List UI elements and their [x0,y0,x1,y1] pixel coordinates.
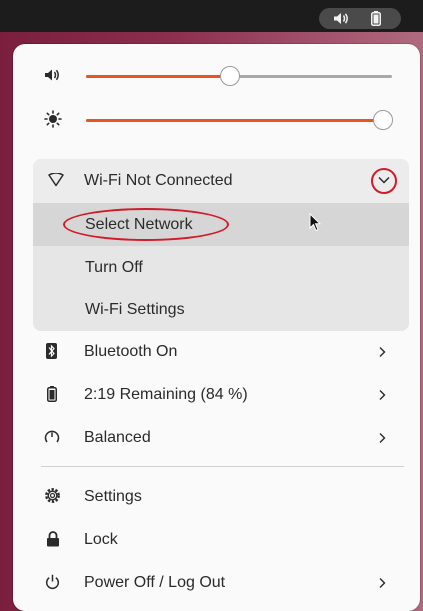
settings-label: Settings [84,488,142,505]
wifi-icon [48,172,64,192]
battery-row[interactable]: 2:19 Remaining (84 %) [13,373,420,416]
wifi-turn-off-item[interactable]: Turn Off [33,246,409,289]
lock-label: Lock [84,531,118,548]
gear-icon [44,487,61,509]
wifi-settings-item[interactable]: Wi-Fi Settings [33,288,409,331]
volume-slider-row [13,61,420,91]
battery-icon [371,11,381,31]
wifi-section: Wi-Fi Not Connected Select Network Turn … [33,159,409,331]
volume-slider[interactable] [86,66,392,86]
chevron-right-icon [378,388,386,406]
volume-slider-fill [86,75,230,78]
brightness-slider-row [13,105,420,135]
power-profile-label: Balanced [84,429,151,446]
chevron-down-icon [378,176,390,184]
brightness-icon [44,110,62,133]
system-status-indicator[interactable] [319,8,401,29]
bluetooth-icon [46,343,57,364]
power-profile-row[interactable]: Balanced [13,416,420,459]
battery-label: 2:19 Remaining (84 %) [84,386,248,403]
volume-slider-knob[interactable] [220,66,240,86]
settings-row[interactable]: Settings [13,475,420,518]
chevron-right-icon [378,431,386,449]
brightness-slider-knob[interactable] [373,110,393,130]
select-network-label: Select Network [85,216,193,233]
power-icon [45,574,60,595]
volume-icon [44,68,60,87]
wifi-toggle-row[interactable]: Wi-Fi Not Connected [33,159,409,203]
chevron-right-icon [378,345,386,363]
wifi-expand-button[interactable] [371,168,397,194]
power-profile-icon [44,429,60,450]
wifi-status-label: Wi-Fi Not Connected [84,172,233,189]
lock-icon [46,531,60,552]
lock-row[interactable]: Lock [13,518,420,561]
chevron-right-icon [378,576,386,594]
bluetooth-row[interactable]: Bluetooth On [13,330,420,373]
bluetooth-label: Bluetooth On [84,343,178,360]
quick-settings-menu: Wi-Fi Not Connected Select Network Turn … [13,44,420,611]
brightness-slider[interactable] [86,110,393,130]
brightness-slider-fill [86,119,383,122]
power-off-row[interactable]: Power Off / Log Out [13,561,420,604]
wifi-settings-label: Wi-Fi Settings [85,301,185,318]
power-off-label: Power Off / Log Out [84,574,226,591]
menu-separator [41,466,404,467]
battery-icon [47,386,57,407]
wifi-select-network-item[interactable]: Select Network [33,203,409,246]
mouse-cursor-icon [309,212,322,237]
speaker-icon [333,12,349,30]
turn-off-label: Turn Off [85,259,143,276]
top-bar [0,0,423,32]
